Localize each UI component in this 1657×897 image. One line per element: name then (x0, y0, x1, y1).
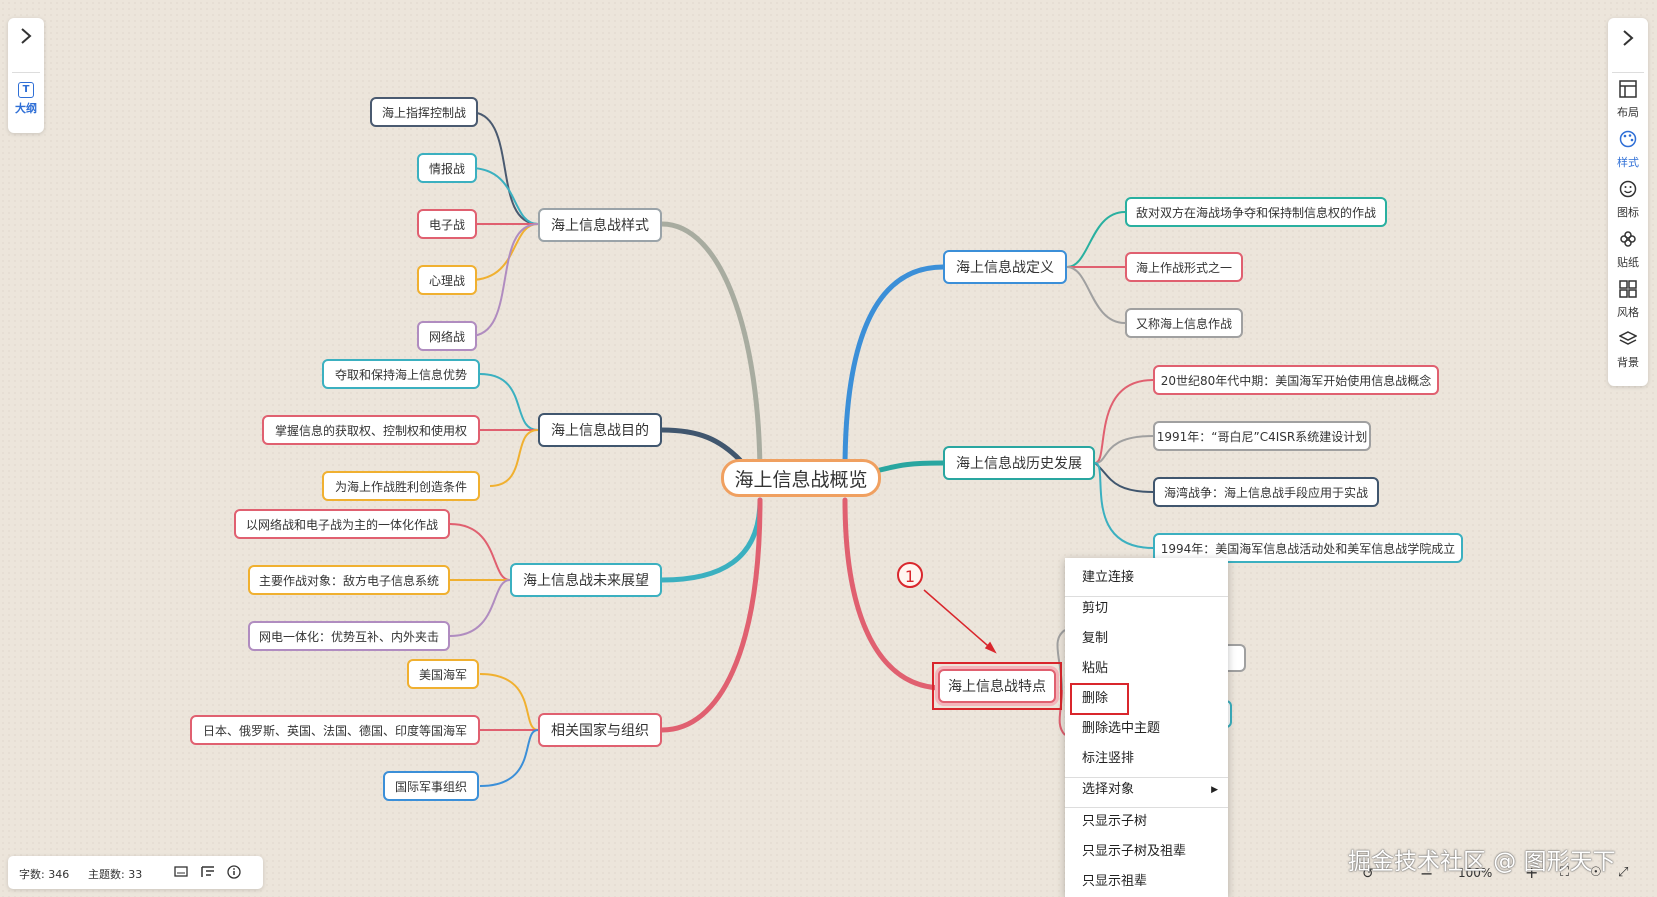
leaf-topic[interactable]: 为海上作战胜利创造条件 (322, 471, 480, 501)
leaf-topic[interactable]: 夺取和保持海上信息优势 (322, 359, 480, 389)
leaf-topic[interactable]: 电子战 (417, 209, 477, 239)
leaf-topic[interactable]: 情报战 (417, 153, 477, 183)
menu-item-vertical[interactable]: 标注竖排 (1065, 745, 1228, 773)
menu-item-show-ancestors[interactable]: 只显示祖辈 (1065, 868, 1228, 896)
leaf-topic[interactable]: 美国海军 (407, 659, 479, 689)
branch-topic[interactable]: 相关国家与组织 (538, 713, 662, 747)
tool-label: 布局 (1617, 106, 1639, 119)
annotation-marker-1: 1 (897, 562, 923, 588)
tool-label: 图标 (1617, 206, 1639, 219)
menu-item-cut[interactable]: 剪切 (1065, 595, 1228, 623)
theme-tool[interactable]: 风格 (1608, 280, 1648, 320)
branch-topic[interactable]: 海上信息战历史发展 (943, 446, 1095, 480)
outline-label: 大纲 (15, 102, 37, 115)
layers-icon (1608, 330, 1648, 354)
menu-item-delete[interactable]: 删除 (1065, 685, 1228, 713)
right-sidebar: 布局 样式 图标 贴纸 风格 背景 (1608, 18, 1648, 386)
context-menu: 建立连接 剪切 复制 粘贴 删除 删除选中主题 标注竖排 选择对象 ▶ 只显示子… (1065, 558, 1228, 897)
sticker-icon (1608, 230, 1648, 254)
leaf-topic[interactable]: 掌握信息的获取权、控制权和使用权 (262, 415, 480, 445)
menu-item-show-subtree[interactable]: 只显示子树 (1065, 808, 1228, 836)
leaf-topic[interactable]: 网电一体化：优势互补、内外夹击 (248, 621, 450, 651)
outline-button[interactable]: T 大纲 (8, 82, 44, 116)
left-sidebar: T 大纲 (8, 18, 44, 133)
status-bar: 字数: 346 主题数: 33 (8, 856, 263, 889)
word-count: 字数: 346 (19, 868, 70, 881)
branch-topic-selected[interactable]: 海上信息战特点 (938, 669, 1056, 703)
leaf-topic[interactable]: 海湾战争：海上信息战手段应用于实战 (1153, 477, 1379, 507)
leaf-topic[interactable]: 海上指挥控制战 (370, 97, 478, 127)
leaf-topic[interactable]: 国际军事组织 (383, 771, 479, 801)
branch-topic[interactable]: 海上信息战未来展望 (510, 563, 662, 597)
menu-item-delete-selected[interactable]: 删除选中主题 (1065, 715, 1228, 743)
style-tool[interactable]: 样式 (1608, 130, 1648, 170)
caret-right-icon: ▶ (1211, 785, 1218, 795)
background-tool[interactable]: 背景 (1608, 330, 1648, 370)
outline-icon: T (18, 82, 34, 98)
leaf-topic[interactable]: 1991年：“哥白尼”C4ISR系统建设计划 (1153, 421, 1371, 451)
menu-item-select-objects[interactable]: 选择对象 ▶ (1065, 776, 1228, 804)
tool-label: 背景 (1617, 356, 1639, 369)
tool-label: 样式 (1617, 156, 1639, 169)
tool-label: 贴纸 (1617, 256, 1639, 269)
sticker-tool[interactable]: 贴纸 (1608, 230, 1648, 270)
menu-item-paste[interactable]: 粘贴 (1065, 655, 1228, 683)
leaf-topic[interactable]: 心理战 (417, 265, 477, 295)
smiley-icon (1608, 180, 1648, 204)
leaf-topic[interactable]: 以网络战和电子战为主的一体化作战 (234, 509, 450, 539)
menu-item-connect[interactable]: 建立连接 (1065, 564, 1228, 592)
branch-topic[interactable]: 海上信息战目的 (538, 413, 662, 447)
leaf-topic[interactable]: 日本、俄罗斯、英国、法国、德国、印度等国海军 (190, 715, 480, 745)
mindmap-canvas[interactable]: T 大纲 布局 样式 图标 贴纸 风格 背景 海上信息战概览 海上信息战样式 海… (0, 0, 1657, 897)
leaf-topic[interactable]: 主要作战对象：敌方电子信息系统 (248, 565, 450, 595)
palette-icon (1608, 130, 1648, 154)
branch-topic[interactable]: 海上信息战定义 (943, 250, 1067, 284)
icon-tool[interactable]: 图标 (1608, 180, 1648, 220)
root-topic[interactable]: 海上信息战概览 (721, 459, 881, 497)
keyboard-icon[interactable] (174, 866, 188, 880)
leaf-topic[interactable]: 网络战 (417, 321, 477, 351)
branch-topic[interactable]: 海上信息战样式 (538, 208, 662, 242)
layout-tool[interactable]: 布局 (1608, 80, 1648, 120)
fullscreen-icon[interactable]: ⤢ (1618, 865, 1628, 880)
leaf-topic[interactable]: 敌对双方在海战场争夺和保持制信息权的作战 (1125, 197, 1387, 227)
tool-label: 风格 (1617, 306, 1639, 319)
chevron-right-icon[interactable] (8, 26, 44, 50)
layout-icon (1608, 80, 1648, 104)
leaf-topic[interactable]: 海上作战形式之一 (1125, 252, 1243, 282)
chevron-right-icon[interactable] (1608, 28, 1648, 52)
menu-item-label: 选择对象 (1082, 782, 1135, 797)
theme-grid-icon (1608, 280, 1648, 304)
leaf-topic[interactable]: 又称海上信息作战 (1125, 308, 1243, 338)
layout-toggle-icon[interactable] (201, 866, 215, 881)
menu-item-copy[interactable]: 复制 (1065, 625, 1228, 653)
info-icon[interactable] (227, 865, 241, 882)
topic-count: 主题数: 33 (88, 868, 143, 881)
menu-item-show-subtree-ancestors[interactable]: 只显示子树及祖辈 (1065, 838, 1228, 866)
connection-lines (449, 111, 1181, 787)
watermark: 掘金技术社区 @ 图形天下 (1348, 849, 1616, 875)
leaf-topic[interactable]: 20世纪80年代中期：美国海军开始使用信息战概念 (1153, 365, 1439, 395)
